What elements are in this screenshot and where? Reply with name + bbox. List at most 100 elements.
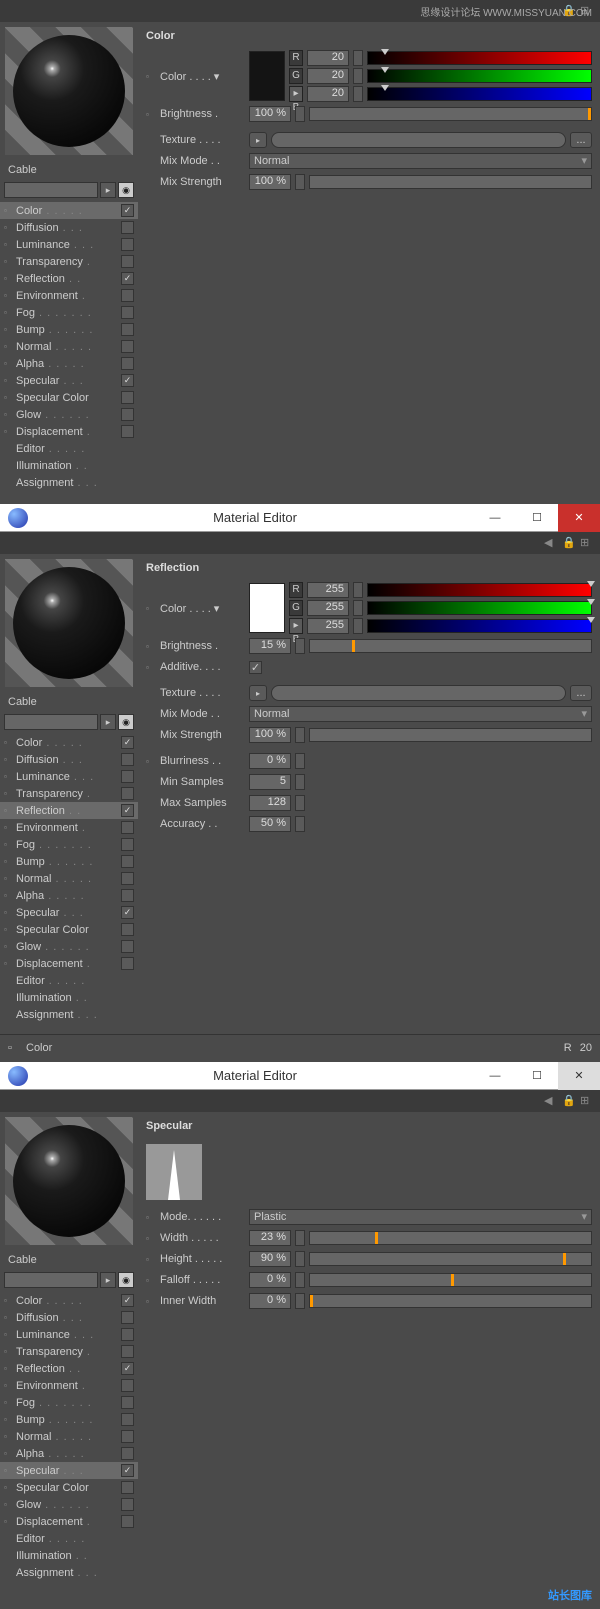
width-slider[interactable] bbox=[309, 1231, 592, 1245]
channel-luminance[interactable]: ▫Luminance . . . bbox=[0, 768, 138, 785]
g-spinner[interactable] bbox=[353, 68, 363, 84]
maximize-button[interactable]: ☐ bbox=[516, 504, 558, 532]
channel-glow[interactable]: ▫Glow . . . . . . bbox=[0, 938, 138, 955]
g-input[interactable]: 255 bbox=[307, 600, 349, 616]
channel-luminance[interactable]: ▫Luminance . . . bbox=[0, 236, 138, 253]
channel-color[interactable]: ▫Color . . . . . bbox=[0, 734, 138, 751]
falloff-input[interactable]: 0 % bbox=[249, 1272, 291, 1288]
nav-input[interactable] bbox=[4, 182, 98, 198]
r-slider[interactable] bbox=[367, 583, 592, 597]
channel-checkbox[interactable] bbox=[121, 1515, 134, 1528]
channel-checkbox[interactable] bbox=[121, 1447, 134, 1460]
lock-open-icon[interactable]: ⊞ bbox=[580, 1094, 594, 1108]
minimize-button[interactable]: — bbox=[474, 504, 516, 532]
channel-checkbox[interactable] bbox=[121, 289, 134, 302]
nav-play-icon[interactable]: ▸ bbox=[100, 1272, 116, 1288]
channel-checkbox[interactable] bbox=[121, 889, 134, 902]
channel-color[interactable]: ▫Color . . . . . bbox=[0, 1292, 138, 1309]
channel-checkbox[interactable] bbox=[121, 1464, 134, 1477]
brightness-slider[interactable] bbox=[309, 107, 592, 121]
channel-bump[interactable]: ▫Bump . . . . . . bbox=[0, 1411, 138, 1428]
channel-color[interactable]: ▫Color . . . . . bbox=[0, 202, 138, 219]
nav-play-icon[interactable]: ▸ bbox=[100, 182, 116, 198]
r-label[interactable]: R bbox=[289, 50, 303, 66]
nav-target-icon[interactable]: ◉ bbox=[118, 714, 134, 730]
channel-checkbox[interactable] bbox=[121, 425, 134, 438]
b-label[interactable]: ▸ B bbox=[289, 86, 303, 102]
channel-checkbox[interactable] bbox=[121, 1379, 134, 1392]
brightness-input[interactable]: 15 % bbox=[249, 638, 291, 654]
channel-checkbox[interactable] bbox=[121, 787, 134, 800]
brightness-slider[interactable] bbox=[309, 639, 592, 653]
b-slider[interactable] bbox=[367, 87, 592, 101]
channel-editor[interactable]: Editor . . . . . bbox=[0, 1530, 138, 1547]
b-spinner[interactable] bbox=[353, 86, 363, 102]
brightness-spinner[interactable] bbox=[295, 106, 305, 122]
g-slider[interactable] bbox=[367, 601, 592, 615]
close-button[interactable]: ✕ bbox=[558, 504, 600, 532]
channel-normal[interactable]: ▫Normal . . . . . bbox=[0, 870, 138, 887]
channel-checkbox[interactable] bbox=[121, 1294, 134, 1307]
channel-checkbox[interactable] bbox=[121, 408, 134, 421]
b-input[interactable]: 20 bbox=[307, 86, 349, 102]
channel-environment[interactable]: ▫Environment . bbox=[0, 1377, 138, 1394]
channel-displacement[interactable]: ▫Displacement . bbox=[0, 423, 138, 440]
expand-icon[interactable]: ▫ bbox=[146, 72, 156, 81]
channel-illumination[interactable]: Illumination . . bbox=[0, 1547, 138, 1564]
texture-arrow-icon[interactable]: ▸ bbox=[249, 685, 267, 701]
height-input[interactable]: 90 % bbox=[249, 1251, 291, 1267]
mode-dropdown[interactable]: Plastic bbox=[249, 1209, 592, 1225]
channel-specular-color[interactable]: ▫Specular Color bbox=[0, 389, 138, 406]
channel-checkbox[interactable] bbox=[121, 872, 134, 885]
r-input[interactable]: 20 bbox=[307, 50, 349, 66]
close-button[interactable]: ✕ bbox=[558, 1062, 600, 1090]
channel-checkbox[interactable] bbox=[121, 1498, 134, 1511]
innerwidth-slider[interactable] bbox=[309, 1294, 592, 1308]
channel-normal[interactable]: ▫Normal . . . . . bbox=[0, 1428, 138, 1445]
channel-specular[interactable]: ▫Specular . . . bbox=[0, 372, 138, 389]
nav-target-icon[interactable]: ◉ bbox=[118, 182, 134, 198]
channel-illumination[interactable]: Illumination . . bbox=[0, 457, 138, 474]
channel-diffusion[interactable]: ▫Diffusion . . . bbox=[0, 751, 138, 768]
channel-checkbox[interactable] bbox=[121, 255, 134, 268]
lock-icon[interactable]: 🔒 bbox=[562, 536, 576, 550]
channel-checkbox[interactable] bbox=[121, 855, 134, 868]
innerwidth-input[interactable]: 0 % bbox=[249, 1293, 291, 1309]
channel-checkbox[interactable] bbox=[121, 957, 134, 970]
channel-checkbox[interactable] bbox=[121, 1396, 134, 1409]
channel-environment[interactable]: ▫Environment . bbox=[0, 819, 138, 836]
channel-specular-color[interactable]: ▫Specular Color bbox=[0, 1479, 138, 1496]
channel-checkbox[interactable] bbox=[121, 1481, 134, 1494]
channel-specular[interactable]: ▫Specular . . . bbox=[0, 904, 138, 921]
channel-checkbox[interactable] bbox=[121, 221, 134, 234]
channel-assignment[interactable]: Assignment . . . bbox=[0, 474, 138, 491]
channel-checkbox[interactable] bbox=[121, 1430, 134, 1443]
channel-checkbox[interactable] bbox=[121, 323, 134, 336]
height-slider[interactable] bbox=[309, 1252, 592, 1266]
channel-assignment[interactable]: Assignment . . . bbox=[0, 1006, 138, 1023]
nav-input[interactable] bbox=[4, 714, 98, 730]
channel-checkbox[interactable] bbox=[121, 340, 134, 353]
channel-reflection[interactable]: ▫Reflection . . bbox=[0, 270, 138, 287]
channel-illumination[interactable]: Illumination . . bbox=[0, 989, 138, 1006]
g-input[interactable]: 20 bbox=[307, 68, 349, 84]
channel-fog[interactable]: ▫Fog . . . . . . . bbox=[0, 304, 138, 321]
lock-icon[interactable]: 🔒 bbox=[562, 1094, 576, 1108]
lock-open-icon[interactable]: ⊞ bbox=[580, 536, 594, 550]
channel-checkbox[interactable] bbox=[121, 1362, 134, 1375]
channel-checkbox[interactable] bbox=[121, 1328, 134, 1341]
channel-fog[interactable]: ▫Fog . . . . . . . bbox=[0, 836, 138, 853]
channel-displacement[interactable]: ▫Displacement . bbox=[0, 955, 138, 972]
channel-checkbox[interactable] bbox=[121, 272, 134, 285]
r-spinner[interactable] bbox=[353, 50, 363, 66]
r-slider[interactable] bbox=[367, 51, 592, 65]
channel-alpha[interactable]: ▫Alpha . . . . . bbox=[0, 355, 138, 372]
channel-checkbox[interactable] bbox=[121, 391, 134, 404]
b-slider[interactable] bbox=[367, 619, 592, 633]
b-input[interactable]: 255 bbox=[307, 618, 349, 634]
color-swatch[interactable] bbox=[249, 583, 285, 633]
minimize-button[interactable]: — bbox=[474, 1062, 516, 1090]
channel-checkbox[interactable] bbox=[121, 838, 134, 851]
nav-back-icon[interactable]: ◀ bbox=[544, 1094, 558, 1108]
channel-bump[interactable]: ▫Bump . . . . . . bbox=[0, 853, 138, 870]
